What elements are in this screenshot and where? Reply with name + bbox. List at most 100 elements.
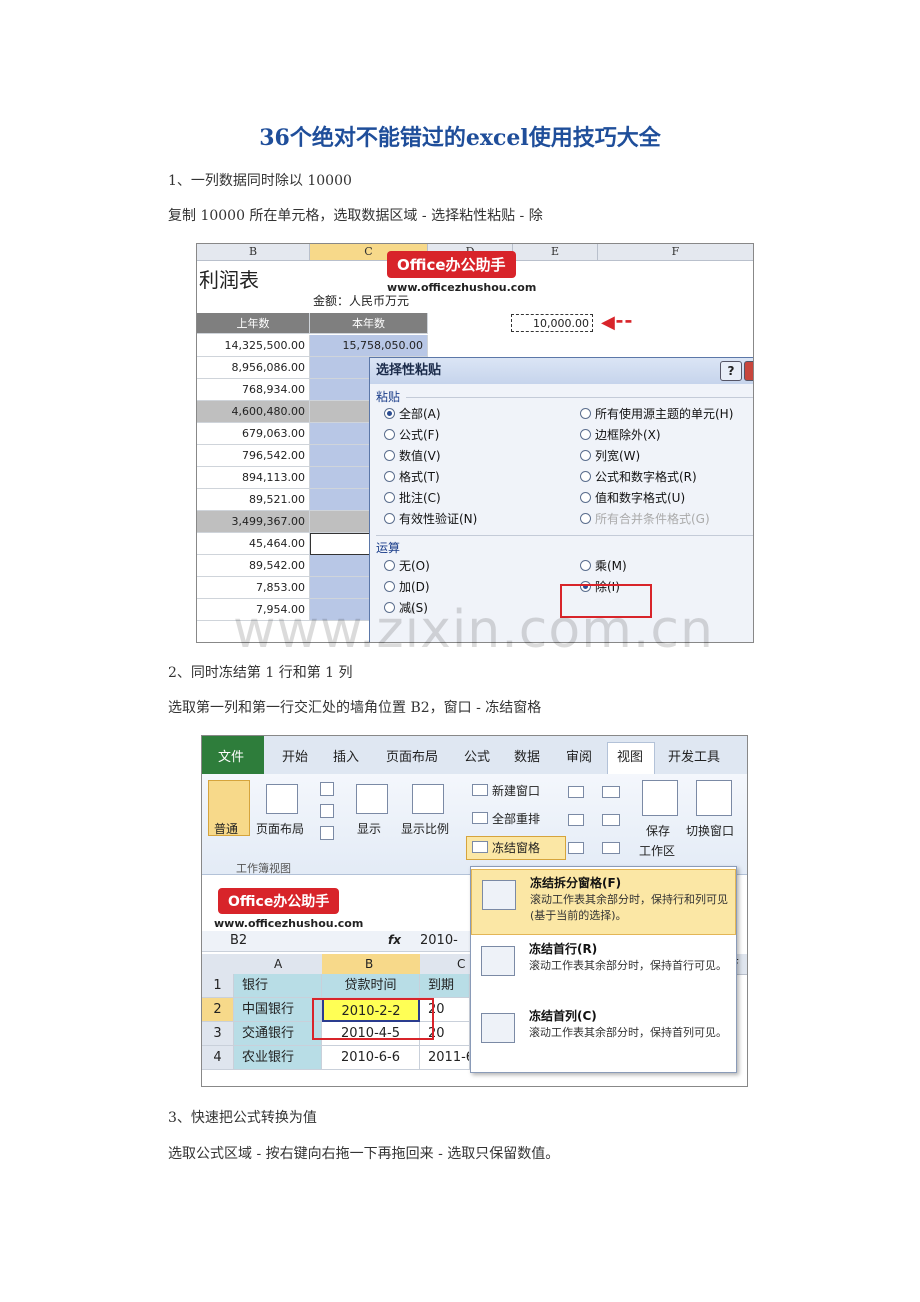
- close-button[interactable]: [744, 361, 753, 381]
- radio-button[interactable]: [384, 450, 395, 461]
- freeze-grid-icon: [481, 946, 515, 976]
- radio-option[interactable]: 批注(C): [384, 489, 441, 506]
- formula-input[interactable]: 2010-: [420, 933, 458, 948]
- menu-item-title: 冻结首列(C): [529, 1009, 597, 1023]
- freeze-grid-icon: [482, 880, 516, 910]
- save-workspace-icon[interactable]: [642, 780, 678, 816]
- tab-page-layout[interactable]: 页面布局: [386, 746, 438, 765]
- table-cell-last-year: 89,542.00: [197, 555, 310, 577]
- brand-logo: Office办公助手: [218, 888, 340, 914]
- header-this-year: 本年数: [310, 313, 428, 334]
- radio-button[interactable]: [580, 450, 591, 461]
- tab-review[interactable]: 审阅: [566, 746, 592, 765]
- radio-button[interactable]: [384, 408, 395, 419]
- menu-item-desc: 滚动工作表其余部分时，保持首行可见。: [529, 959, 727, 972]
- radio-option[interactable]: 公式和数字格式(R): [580, 468, 697, 485]
- col-header-c: C: [457, 957, 466, 971]
- show-label: 显示: [357, 822, 382, 836]
- bank-cell: 交通银行: [234, 1022, 322, 1046]
- radio-button[interactable]: [580, 408, 591, 419]
- radio-button[interactable]: [384, 492, 395, 503]
- table-cell-last-year: 894,113.00: [197, 467, 310, 489]
- unhide-icon[interactable]: [568, 842, 584, 854]
- tab-file[interactable]: 文件: [218, 746, 244, 765]
- radio-button[interactable]: [580, 560, 591, 571]
- loan-date-cell[interactable]: 2010-6-6: [322, 1046, 420, 1070]
- radio-option[interactable]: 加(D): [384, 578, 430, 595]
- radio-option[interactable]: 值和数字格式(U): [580, 489, 685, 506]
- radio-option[interactable]: 全部(A): [384, 405, 441, 422]
- reset-position-icon[interactable]: [602, 842, 620, 854]
- tab-view[interactable]: 视图: [617, 746, 643, 765]
- freeze-menu-item[interactable]: 冻结首行(R) 滚动工作表其余部分时，保持首行可见。: [471, 936, 736, 1002]
- radio-button[interactable]: [384, 429, 395, 440]
- menu-item-desc: 滚动工作表其余部分时，保持行和列可见(基于当前的选择)。: [530, 893, 728, 922]
- tip2-heading: 2、同时冻结第 1 行和第 1 列: [168, 665, 353, 681]
- page-layout-icon[interactable]: [266, 784, 298, 814]
- ribbon: 普通 页面布局 显示 显示比例 新建窗口 全部重排 冻结窗格 保存 工作区 切换…: [202, 774, 747, 875]
- radio-button[interactable]: [384, 581, 395, 592]
- arrange-all-button[interactable]: 全部重排: [492, 810, 540, 827]
- radio-button[interactable]: [580, 513, 591, 524]
- radio-option[interactable]: 所有合并条件格式(G): [580, 510, 710, 527]
- separator: [376, 535, 753, 536]
- radio-option[interactable]: 所有使用源主题的单元(H): [580, 405, 733, 422]
- view-small-icon[interactable]: [320, 804, 334, 818]
- split-icon[interactable]: [568, 786, 584, 798]
- radio-option[interactable]: 列宽(W): [580, 447, 640, 464]
- radio-button[interactable]: [384, 471, 395, 482]
- name-box[interactable]: B2: [230, 933, 247, 948]
- radio-option[interactable]: 格式(T): [384, 468, 440, 485]
- radio-label: 公式和数字格式(R): [595, 470, 697, 484]
- tab-developer[interactable]: 开发工具: [668, 746, 720, 765]
- tab-home[interactable]: 开始: [282, 746, 308, 765]
- separator: [406, 397, 753, 398]
- table-cell-last-year: 3,499,367.00: [197, 511, 310, 533]
- freeze-menu-item[interactable]: 冻结首列(C) 滚动工作表其余部分时，保持首列可见。: [471, 1003, 736, 1069]
- table-cell-last-year: 796,542.00: [197, 445, 310, 467]
- radio-option[interactable]: 数值(V): [384, 447, 441, 464]
- menu-item-title: 冻结首行(R): [529, 942, 598, 956]
- radio-option[interactable]: 无(O): [384, 557, 430, 574]
- header-last-year: 上年数: [197, 313, 310, 334]
- row-number: 3: [202, 1022, 234, 1046]
- zoom-label: 显示比例: [401, 822, 450, 836]
- side-by-side-icon[interactable]: [602, 786, 620, 798]
- radio-option[interactable]: 公式(F): [384, 426, 439, 443]
- help-button[interactable]: ?: [720, 361, 742, 381]
- view-small-icon[interactable]: [320, 826, 334, 840]
- table-cell-last-year: 45,464.00: [197, 533, 310, 555]
- normal-view-label: 普通: [214, 822, 239, 836]
- tab-data[interactable]: 数据: [514, 746, 540, 765]
- unit-label: 金额：人民币万元: [313, 294, 410, 308]
- paste-special-screenshot: B C D E F 利润表 金额：人民币万元 上年数 本年数 14,325,50…: [196, 243, 754, 643]
- show-icon[interactable]: [356, 784, 388, 814]
- radio-label: 批注(C): [399, 491, 441, 505]
- zoom-icon[interactable]: [412, 784, 444, 814]
- radio-option[interactable]: 乘(M): [580, 557, 627, 574]
- hide-icon[interactable]: [568, 814, 584, 826]
- menu-item-desc: 滚动工作表其余部分时，保持首列可见。: [529, 1026, 727, 1039]
- view-small-icon[interactable]: [320, 782, 334, 796]
- tab-formulas[interactable]: 公式: [464, 746, 490, 765]
- radio-button[interactable]: [580, 492, 591, 503]
- tab-insert[interactable]: 插入: [333, 746, 359, 765]
- radio-button[interactable]: [384, 513, 395, 524]
- divisor-cell[interactable]: 10,000.00: [511, 314, 593, 332]
- row-number: 1: [202, 974, 234, 998]
- radio-option[interactable]: 边框除外(X): [580, 426, 661, 443]
- freeze-menu-item[interactable]: 冻结拆分窗格(F) 滚动工作表其余部分时，保持行和列可见(基于当前的选择)。: [471, 869, 736, 935]
- loan-date-cell[interactable]: 贷款时间: [322, 974, 420, 998]
- save-workspace-label: 保存: [646, 824, 671, 838]
- new-window-button[interactable]: 新建窗口: [492, 782, 540, 799]
- col-header-b: B: [197, 244, 310, 261]
- radio-button[interactable]: [580, 471, 591, 482]
- radio-button[interactable]: [580, 429, 591, 440]
- radio-option[interactable]: 有效性验证(N): [384, 510, 477, 527]
- row-number: 4: [202, 1046, 234, 1070]
- watermark: www.zixin.com.cn: [233, 600, 714, 660]
- sync-scroll-icon[interactable]: [602, 814, 620, 826]
- radio-label: 列宽(W): [595, 449, 641, 463]
- radio-button[interactable]: [384, 560, 395, 571]
- switch-window-icon[interactable]: [696, 780, 732, 816]
